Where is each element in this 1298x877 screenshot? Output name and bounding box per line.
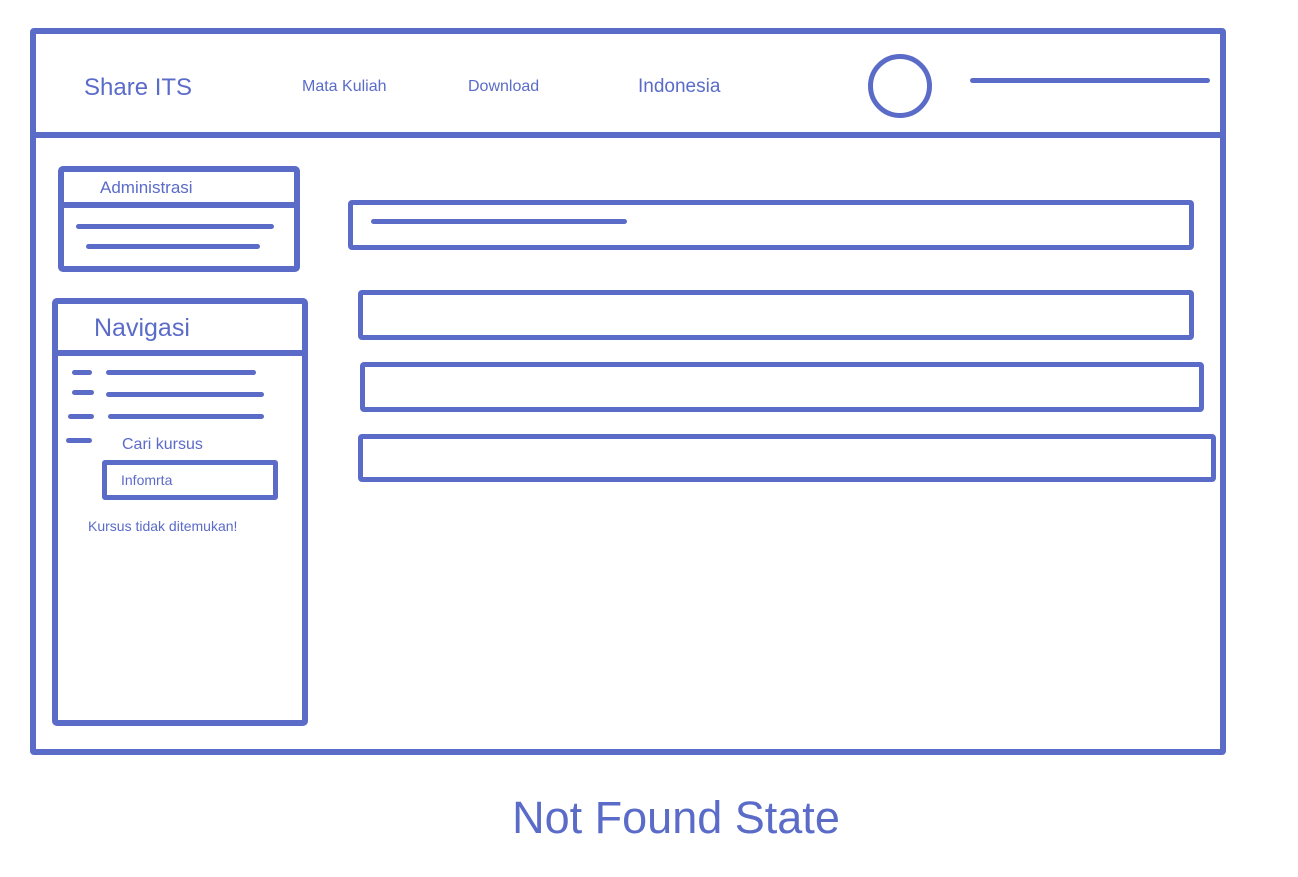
language-selector[interactable]: Indonesia bbox=[638, 76, 720, 98]
nav-bullet bbox=[66, 438, 92, 443]
content-row[interactable] bbox=[358, 434, 1216, 482]
state-caption: Not Found State bbox=[512, 792, 840, 843]
administration-item-placeholder[interactable] bbox=[76, 224, 274, 229]
course-search-input[interactable] bbox=[102, 460, 278, 500]
nav-bullet bbox=[72, 370, 92, 375]
nav-link-mata-kuliah[interactable]: Mata Kuliah bbox=[302, 78, 387, 96]
navigation-panel-header: Navigasi bbox=[58, 304, 302, 356]
content-row-text-placeholder bbox=[371, 219, 627, 224]
nav-bullet bbox=[72, 390, 94, 395]
not-found-message: Kursus tidak ditemukan! bbox=[88, 518, 238, 534]
content-row[interactable] bbox=[348, 200, 1194, 250]
user-name-placeholder bbox=[970, 78, 1210, 83]
administration-title: Administrasi bbox=[100, 178, 193, 197]
content-row[interactable] bbox=[360, 362, 1204, 412]
top-navbar: Share ITS Mata Kuliah Download Indonesia bbox=[36, 34, 1220, 138]
nav-item-placeholder[interactable] bbox=[106, 392, 264, 397]
navigation-title: Navigasi bbox=[94, 314, 190, 342]
brand-logo[interactable]: Share ITS bbox=[84, 74, 192, 102]
app-window: Share ITS Mata Kuliah Download Indonesia… bbox=[30, 28, 1226, 755]
navigation-panel: Navigasi Cari kursus Kursus tidak ditemu… bbox=[52, 298, 308, 726]
administration-panel: Administrasi bbox=[58, 166, 300, 272]
administration-item-placeholder[interactable] bbox=[86, 244, 260, 249]
nav-link-download[interactable]: Download bbox=[468, 78, 539, 96]
content-row[interactable] bbox=[358, 290, 1194, 340]
nav-item-placeholder[interactable] bbox=[106, 370, 256, 375]
nav-bullet bbox=[68, 414, 94, 419]
search-course-label: Cari kursus bbox=[122, 436, 203, 453]
user-avatar[interactable] bbox=[868, 54, 932, 118]
administration-panel-header: Administrasi bbox=[64, 172, 294, 208]
nav-item-placeholder[interactable] bbox=[108, 414, 264, 419]
